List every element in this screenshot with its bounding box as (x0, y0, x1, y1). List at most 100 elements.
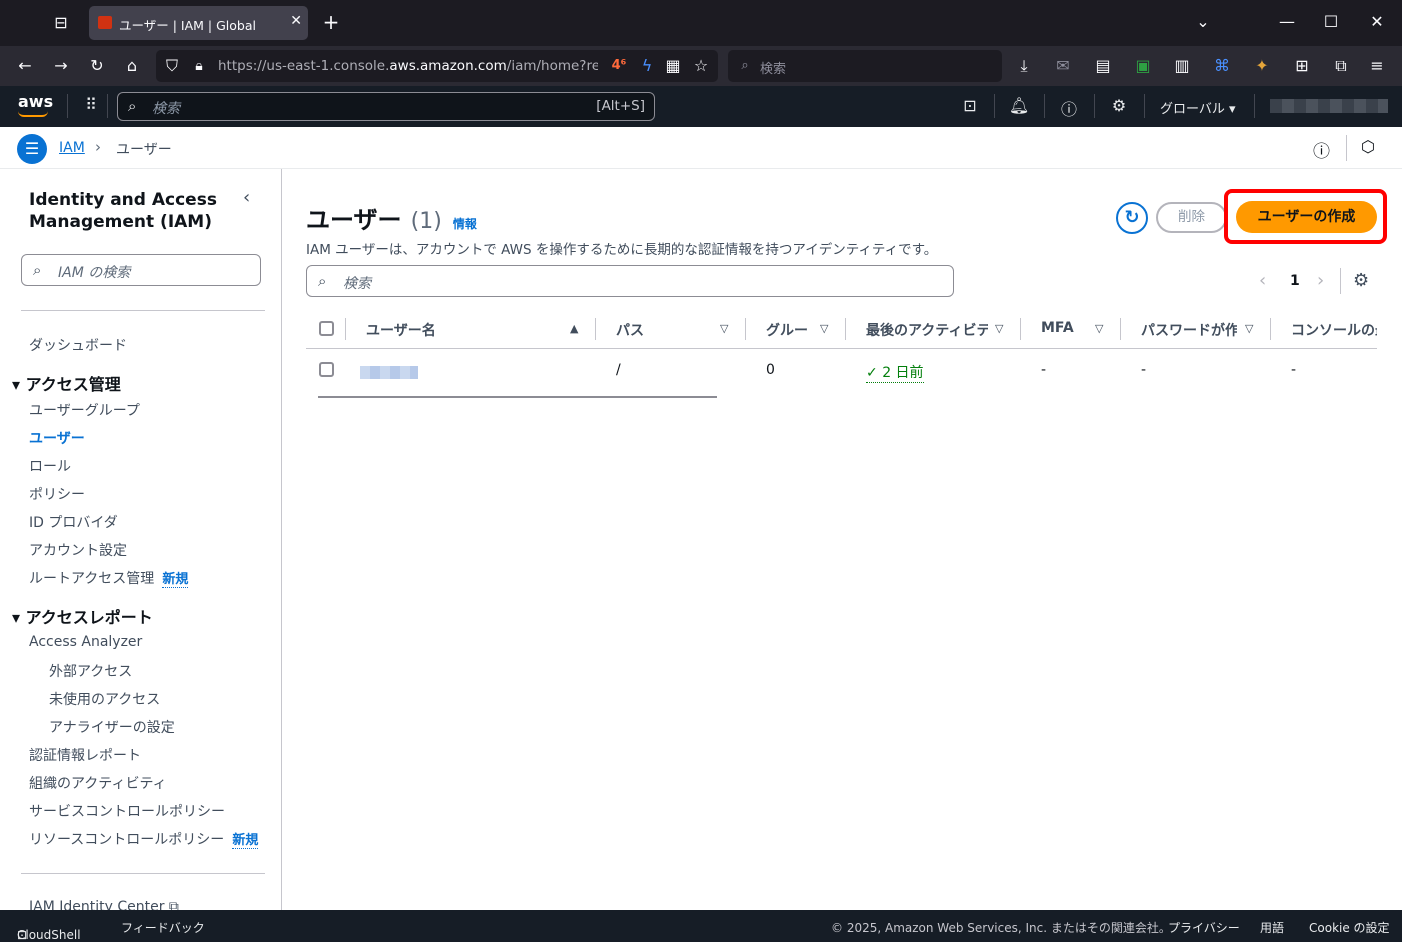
cell-last-activity[interactable]: ✓ 2 日前 (866, 362, 924, 383)
terms-link[interactable]: 用語 (1260, 919, 1284, 936)
column-header-last-activity[interactable]: 最後のアクティビテ (866, 320, 988, 340)
column-header-mfa[interactable]: MFA (1041, 320, 1081, 336)
prev-page-icon[interactable]: ‹ (1259, 270, 1266, 291)
back-icon[interactable]: ← (14, 56, 36, 76)
sidebar-item-users[interactable]: ユーザー (29, 428, 85, 448)
help-icon[interactable]: ⓘ (1058, 96, 1080, 120)
sidebar-item-rcp[interactable]: リソースコントロールポリシー 新規 (29, 829, 259, 849)
home-icon[interactable]: ⌂ (121, 56, 143, 76)
maximize-icon[interactable]: ☐ (1320, 12, 1342, 32)
nav-menu-toggle[interactable]: ☰ (17, 134, 47, 164)
info-link[interactable]: 情報 (453, 217, 477, 231)
sidebar-item-root-access[interactable]: ルートアクセス管理 新規 (29, 568, 189, 588)
sidebar-item-access-analyzer[interactable]: Access Analyzer (29, 634, 142, 650)
search-icon: ⌕ (318, 272, 327, 290)
bell-icon[interactable]: 🔔︎ (1008, 96, 1030, 115)
browser-search[interactable]: ⌕ 検索 (728, 50, 1002, 82)
sidebar-item-roles[interactable]: ロール (29, 456, 71, 476)
sort-ascending-icon[interactable]: ▲ (570, 322, 578, 335)
section-access-reports[interactable]: ▾ アクセスレポート (12, 604, 153, 628)
sidebar-item-unused-access[interactable]: 未使用のアクセス (49, 689, 160, 709)
aws-logo[interactable]: aws (18, 92, 53, 111)
region-selector[interactable]: グローバル ▾ (1160, 98, 1236, 117)
reload-icon[interactable]: ↻ (86, 56, 108, 76)
close-window-icon[interactable]: ✕ (1366, 12, 1388, 32)
url-text[interactable]: https://us-east-1.console.aws.amazon.com… (218, 58, 598, 74)
security-hex-icon[interactable]: ⬡ (1361, 137, 1375, 156)
column-header-username[interactable]: ユーザー名 (366, 320, 546, 340)
breadcrumb-iam-link[interactable]: IAM (59, 140, 85, 156)
browser-tab[interactable]: ユーザー | IAM | Global ✕ (89, 6, 308, 40)
refresh-button[interactable]: ↻ (1116, 202, 1148, 234)
sidebar-item-account-settings[interactable]: アカウント設定 (29, 540, 127, 560)
sort-icon[interactable]: ▽ (1095, 322, 1103, 335)
trash-extension-icon[interactable]: ▥ (1171, 56, 1193, 76)
info-panel-icon[interactable]: ⓘ (1313, 137, 1330, 162)
extension-badge-icon[interactable]: 4⁶ (608, 56, 630, 76)
sidebar-item-identity-center[interactable]: IAM Identity Center ⧉ (29, 899, 179, 910)
new-tab-icon[interactable]: + (320, 12, 342, 32)
sidebar-item-policies[interactable]: ポリシー (29, 484, 85, 504)
cloudshell-icon[interactable]: ⊡ (959, 96, 981, 115)
address-bar[interactable]: ⛉ 🔒︎ https://us-east-1.console.aws.amazo… (156, 50, 718, 82)
sidebar-item-credential-report[interactable]: 認証情報レポート (29, 745, 141, 765)
column-header-password-age[interactable]: パスワードが作 (1141, 320, 1237, 340)
settings-gear-icon[interactable]: ⚙ (1108, 96, 1130, 115)
next-page-icon[interactable]: › (1317, 270, 1324, 291)
extensions-icon[interactable]: ⧉ (1330, 56, 1352, 76)
sort-icon[interactable]: ▽ (720, 322, 728, 335)
table-settings-icon[interactable]: ⚙ (1353, 270, 1369, 291)
bolt-icon[interactable]: ϟ (636, 56, 658, 76)
menu-icon[interactable]: ≡ (1366, 56, 1388, 76)
translate-icon[interactable]: ⌘ (1211, 56, 1233, 76)
table-search-input[interactable]: ⌕ 検索 (306, 265, 954, 297)
table-row[interactable] (306, 350, 1377, 392)
column-header-groups[interactable]: グルー (766, 320, 811, 340)
bookmark-star-icon[interactable]: ☆ (690, 56, 712, 76)
delete-button[interactable]: 削除 (1156, 202, 1227, 233)
forward-icon[interactable]: → (50, 56, 72, 76)
close-tab-icon[interactable]: ✕ (290, 13, 302, 29)
download-icon[interactable]: ⤓ (1013, 56, 1035, 76)
grid-plus-icon[interactable]: ⊞ (1291, 56, 1313, 76)
feedback-link[interactable]: フィードバック (121, 919, 205, 936)
table-search-placeholder: 検索 (343, 276, 371, 292)
services-grid-icon[interactable]: ⠿ (80, 95, 102, 114)
sidebar-item-org-activity[interactable]: 組織のアクティビティ (29, 773, 167, 793)
green-extension-icon[interactable]: ▣ (1132, 56, 1154, 76)
horizontal-scrollbar[interactable] (318, 396, 717, 398)
sort-icon[interactable]: ▽ (1245, 322, 1253, 335)
privacy-link[interactable]: プライバシー (1168, 919, 1240, 936)
extension-icon[interactable]: ▤ (1092, 56, 1114, 76)
create-user-button[interactable]: ユーザーの作成 (1236, 201, 1377, 233)
sidebar-search-input[interactable]: ⌕ IAM の検索 (21, 254, 261, 286)
cookie-settings-link[interactable]: Cookie の設定 (1309, 919, 1390, 936)
section-access-management[interactable]: ▾ アクセス管理 (12, 371, 121, 395)
puzzle-color-icon[interactable]: ✦ (1251, 56, 1273, 76)
select-all-checkbox[interactable] (319, 321, 334, 336)
page-number[interactable]: 1 (1290, 273, 1300, 289)
column-header-console-last[interactable]: コンソールの最 (1291, 320, 1377, 340)
sidebar-title-line2: Management (IAM) (29, 212, 212, 232)
collapse-sidebar-icon[interactable]: ‹ (243, 187, 250, 208)
sidebar-item-identity-providers[interactable]: ID プロバイダ (29, 512, 118, 532)
sidebar-item-external-access[interactable]: 外部アクセス (49, 661, 132, 681)
aws-search-input[interactable]: ⌕ 検索 [Alt+S] (117, 92, 655, 121)
minimize-icon[interactable]: — (1276, 12, 1298, 32)
tab-list-icon[interactable]: ⌄ (1192, 12, 1214, 32)
lock-icon[interactable]: 🔒︎ (188, 56, 210, 76)
sidebar-item-user-groups[interactable]: ユーザーグループ (29, 400, 140, 420)
mail-icon[interactable]: ✉ (1052, 56, 1074, 76)
column-header-path[interactable]: パス (616, 320, 706, 340)
qr-icon[interactable]: ▦ (662, 56, 684, 76)
username-redacted[interactable] (360, 366, 418, 379)
account-menu[interactable] (1270, 99, 1388, 113)
sort-icon[interactable]: ▽ (995, 322, 1003, 335)
row-checkbox[interactable] (319, 362, 334, 377)
shield-icon[interactable]: ⛉ (161, 56, 183, 76)
sidebar-item-scp[interactable]: サービスコントロールポリシー (29, 801, 225, 821)
sort-icon[interactable]: ▽ (820, 322, 828, 335)
sidebar-item-analyzer-settings[interactable]: アナライザーの設定 (49, 717, 175, 737)
tab-overview-icon[interactable]: ⊟ (50, 13, 72, 33)
sidebar-item-dashboard[interactable]: ダッシュボード (29, 335, 127, 355)
